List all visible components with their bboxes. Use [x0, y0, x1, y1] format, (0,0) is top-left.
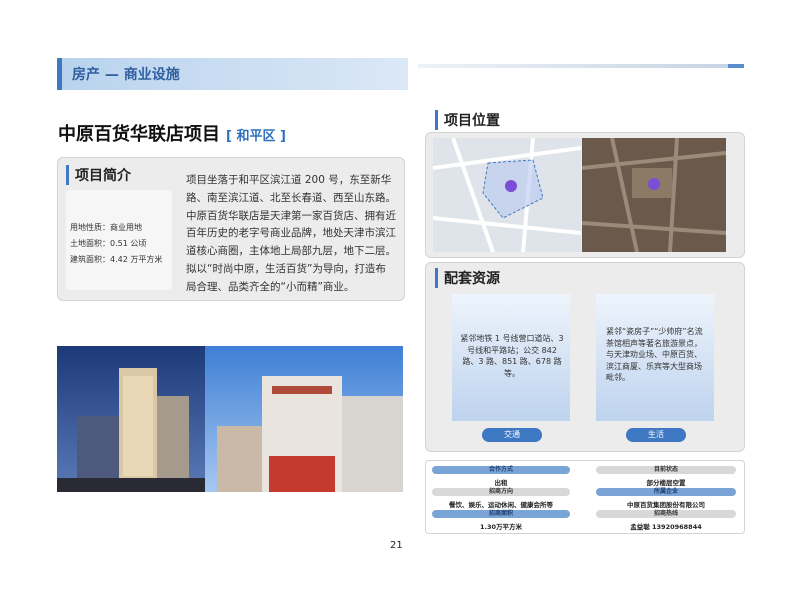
fact-label: 土地面积： — [70, 239, 110, 248]
intro-description: 项目坐落于和平区滨江道 200 号，东至新华路、南至滨江道、北至长春道、西至山东… — [186, 174, 396, 293]
area-label: 招商面积 — [432, 510, 570, 518]
night-street — [57, 478, 205, 492]
section-header: 房产 — 商业设施 — [57, 58, 408, 90]
decorative-rule-accent — [728, 64, 744, 68]
night-building-side — [157, 396, 189, 486]
section-title: 房产 — 商业设施 — [72, 67, 180, 83]
location-heading: 项目位置 — [435, 110, 500, 130]
night-building-windows — [123, 376, 153, 476]
district-tag: [ 和平区 ] — [226, 129, 286, 144]
page-number: 21 — [390, 540, 403, 551]
hotline-value: 孟益聪 13920968844 — [630, 523, 702, 531]
life-text: 紧邻“瓷房子”“少帅府”名流茶馆相声等著名旅游景点，与天津劝业场、中原百货、滨江… — [606, 327, 703, 382]
decorative-rule — [418, 64, 744, 68]
map-marker-icon — [505, 180, 517, 192]
fact-value: 0.51 公顷 — [110, 239, 147, 248]
direction-value: 餐饮、娱乐、运动休闲、健康会所等 — [449, 501, 553, 509]
status-label: 目前状态 — [596, 466, 736, 474]
day-building-band — [272, 386, 332, 394]
transport-text: 紧邻地铁 1 号线营口道站、3 号线和平路站；公交 842 路、3 路、851 … — [460, 334, 564, 378]
fact-building-area: 建筑面积：4.42 万平方米 — [70, 254, 162, 265]
project-name: 中原百货华联店项目 — [58, 124, 220, 145]
satellite-marker-icon — [648, 178, 660, 190]
fact-value: 商业用地 — [110, 223, 142, 232]
project-title: 中原百货华联店项目 [ 和平区 ] — [58, 120, 286, 146]
status-value: 部分楼层空置 — [646, 479, 686, 487]
fact-land-area: 土地面积：0.51 公顷 — [70, 238, 146, 249]
cooperation-value: 出租 — [494, 479, 508, 487]
direction-label: 招商方向 — [432, 488, 570, 496]
night-building-left — [77, 416, 119, 486]
intro-heading: 项目简介 — [66, 165, 131, 185]
project-photos — [57, 346, 403, 492]
transport-button[interactable]: 交通 — [482, 428, 542, 442]
satellite-map[interactable] — [582, 138, 726, 252]
day-building-left — [217, 426, 262, 492]
fact-label: 用地性质： — [70, 223, 110, 232]
hotline-label: 招商热线 — [596, 510, 736, 518]
area-value: 1.30万平方米 — [479, 523, 523, 531]
cooperation-label: 合作方式 — [432, 466, 570, 474]
resources-heading: 配套资源 — [435, 268, 500, 288]
street-map[interactable] — [433, 138, 581, 252]
fact-land-use: 用地性质：商业用地 — [70, 222, 142, 233]
life-button[interactable]: 生活 — [626, 428, 686, 442]
day-building-right — [342, 396, 403, 492]
company-value: 中原百货集团股份有限公司 — [627, 501, 705, 509]
fact-value: 4.42 万平方米 — [110, 255, 163, 264]
company-label: 所属企业 — [596, 488, 736, 496]
fact-label: 建筑面积： — [70, 255, 110, 264]
day-building-entrance — [269, 456, 335, 492]
